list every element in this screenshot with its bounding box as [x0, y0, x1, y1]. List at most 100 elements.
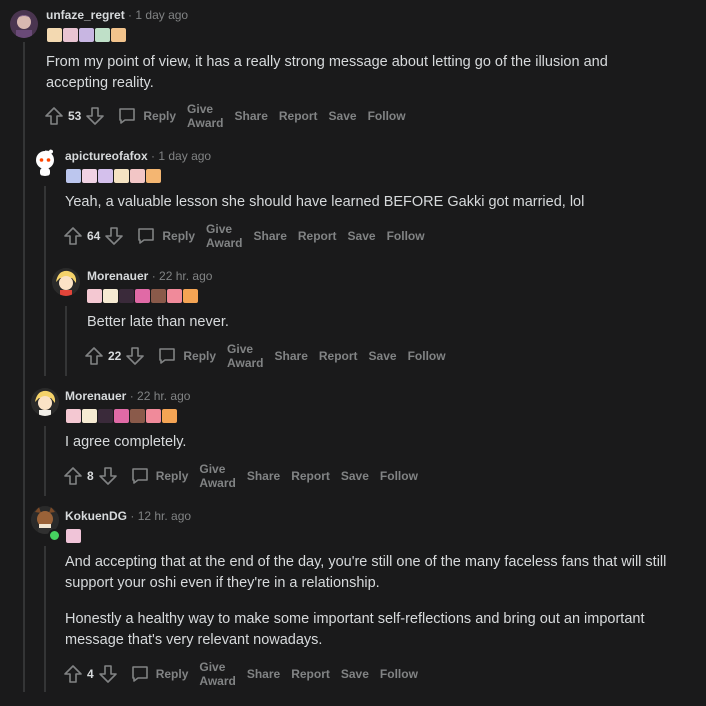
reply-label: Reply: [162, 229, 196, 243]
comment-icon: [130, 664, 150, 684]
comment-meta: Morenauer · 22 hr. ago: [65, 389, 190, 403]
reply-label: Reply: [155, 667, 189, 681]
save-button[interactable]: Save: [329, 109, 357, 123]
follow-button[interactable]: Follow: [380, 667, 418, 681]
thread-line[interactable]: [44, 546, 46, 692]
avatar[interactable]: [52, 268, 80, 296]
report-button[interactable]: Report: [319, 349, 358, 363]
save-button[interactable]: Save: [369, 349, 397, 363]
share-button[interactable]: Share: [235, 109, 268, 123]
comment-body: From my point of view, it has a really s…: [46, 52, 666, 94]
comment-body: I agree completely.: [65, 432, 685, 453]
upvote-icon[interactable]: [63, 226, 83, 246]
separator: ·: [128, 8, 133, 22]
comment-body: Yeah, a valuable lesson she should have …: [65, 192, 685, 213]
reply-button[interactable]: Reply: [136, 226, 195, 246]
comment-meta: Morenauer · 22 hr. ago: [87, 269, 212, 283]
reply-label: Reply: [183, 349, 217, 363]
user-flair: [47, 28, 126, 42]
comment-paragraph: From my point of view, it has a really s…: [46, 54, 608, 91]
separator: ·: [151, 149, 156, 163]
upvote-icon[interactable]: [84, 346, 104, 366]
give-award-button[interactable]: Give Award: [199, 462, 235, 490]
comment-icon: [117, 106, 137, 126]
comment-actions: 4 Reply Give Award Share Report Save Fol…: [63, 660, 418, 688]
upvote-icon[interactable]: [63, 664, 83, 684]
follow-button[interactable]: Follow: [387, 229, 425, 243]
timestamp[interactable]: 22 hr. ago: [159, 269, 212, 283]
comment-paragraph: And accepting that at the end of the day…: [65, 554, 667, 591]
report-button[interactable]: Report: [298, 229, 337, 243]
give-award-button[interactable]: Give Award: [187, 102, 223, 130]
thread-line[interactable]: [65, 306, 67, 376]
vote-score: 64: [87, 229, 101, 243]
downvote-icon[interactable]: [125, 346, 145, 366]
thread-line[interactable]: [44, 426, 46, 496]
vote-score: 22: [108, 349, 122, 363]
give-award-button[interactable]: Give Award: [206, 222, 242, 250]
timestamp[interactable]: 1 day ago: [135, 8, 188, 22]
report-button[interactable]: Report: [291, 469, 330, 483]
upvote-icon[interactable]: [63, 466, 83, 486]
separator: ·: [130, 509, 135, 523]
follow-button[interactable]: Follow: [408, 349, 446, 363]
share-button[interactable]: Share: [275, 349, 308, 363]
avatar[interactable]: [31, 388, 59, 416]
avatar[interactable]: [31, 148, 59, 176]
downvote-icon[interactable]: [85, 106, 105, 126]
reply-button[interactable]: Reply: [117, 106, 176, 126]
comment-meta: apictureofafox · 1 day ago: [65, 149, 211, 163]
share-button[interactable]: Share: [247, 667, 280, 681]
user-flair: [66, 529, 81, 543]
reply-button[interactable]: Reply: [130, 664, 189, 684]
comment-icon: [130, 466, 150, 486]
comment-meta: KokuenDG · 12 hr. ago: [65, 509, 191, 523]
comment-paragraph: Honestly a healthy way to make some impo…: [65, 611, 645, 648]
reply-button[interactable]: Reply: [157, 346, 216, 366]
comment-actions: 53 Reply Give Award Share Report Save Fo…: [44, 102, 406, 130]
follow-button[interactable]: Follow: [380, 469, 418, 483]
upvote-icon[interactable]: [44, 106, 64, 126]
downvote-icon[interactable]: [98, 664, 118, 684]
comment-actions: 64 Reply Give Award Share Report Save Fo…: [63, 222, 425, 250]
give-award-button[interactable]: Give Award: [227, 342, 263, 370]
separator: ·: [151, 269, 156, 283]
username[interactable]: apictureofafox: [65, 149, 148, 163]
share-button[interactable]: Share: [247, 469, 280, 483]
share-button[interactable]: Share: [254, 229, 287, 243]
comment-actions: 8 Reply Give Award Share Report Save Fol…: [63, 462, 418, 490]
save-button[interactable]: Save: [341, 469, 369, 483]
thread-line[interactable]: [23, 42, 25, 692]
comment-body: Better late than never.: [87, 312, 677, 333]
comment-meta: unfaze_regret · 1 day ago: [46, 8, 188, 22]
username[interactable]: KokuenDG: [65, 509, 127, 523]
save-button[interactable]: Save: [341, 667, 369, 681]
username[interactable]: Morenauer: [87, 269, 148, 283]
downvote-icon[interactable]: [104, 226, 124, 246]
reply-button[interactable]: Reply: [130, 466, 189, 486]
give-award-button[interactable]: Give Award: [199, 660, 235, 688]
timestamp[interactable]: 22 hr. ago: [137, 389, 190, 403]
thread-line[interactable]: [44, 186, 46, 376]
downvote-icon[interactable]: [98, 466, 118, 486]
comment-actions: 22 Reply Give Award Share Report Save Fo…: [84, 342, 446, 370]
timestamp[interactable]: 12 hr. ago: [138, 509, 191, 523]
username[interactable]: unfaze_regret: [46, 8, 125, 22]
vote-score: 8: [87, 469, 94, 483]
report-button[interactable]: Report: [279, 109, 318, 123]
comment-paragraph: Better late than never.: [87, 314, 229, 330]
vote-score: 4: [87, 667, 94, 681]
report-button[interactable]: Report: [291, 667, 330, 681]
timestamp[interactable]: 1 day ago: [158, 149, 211, 163]
save-button[interactable]: Save: [348, 229, 376, 243]
user-flair: [66, 169, 161, 183]
follow-button[interactable]: Follow: [368, 109, 406, 123]
comment-icon: [136, 226, 156, 246]
user-flair: [87, 289, 198, 303]
online-status-icon: [48, 529, 61, 542]
username[interactable]: Morenauer: [65, 389, 126, 403]
comment-icon: [157, 346, 177, 366]
avatar[interactable]: [10, 10, 38, 38]
reply-label: Reply: [155, 469, 189, 483]
reply-label: Reply: [143, 109, 177, 123]
